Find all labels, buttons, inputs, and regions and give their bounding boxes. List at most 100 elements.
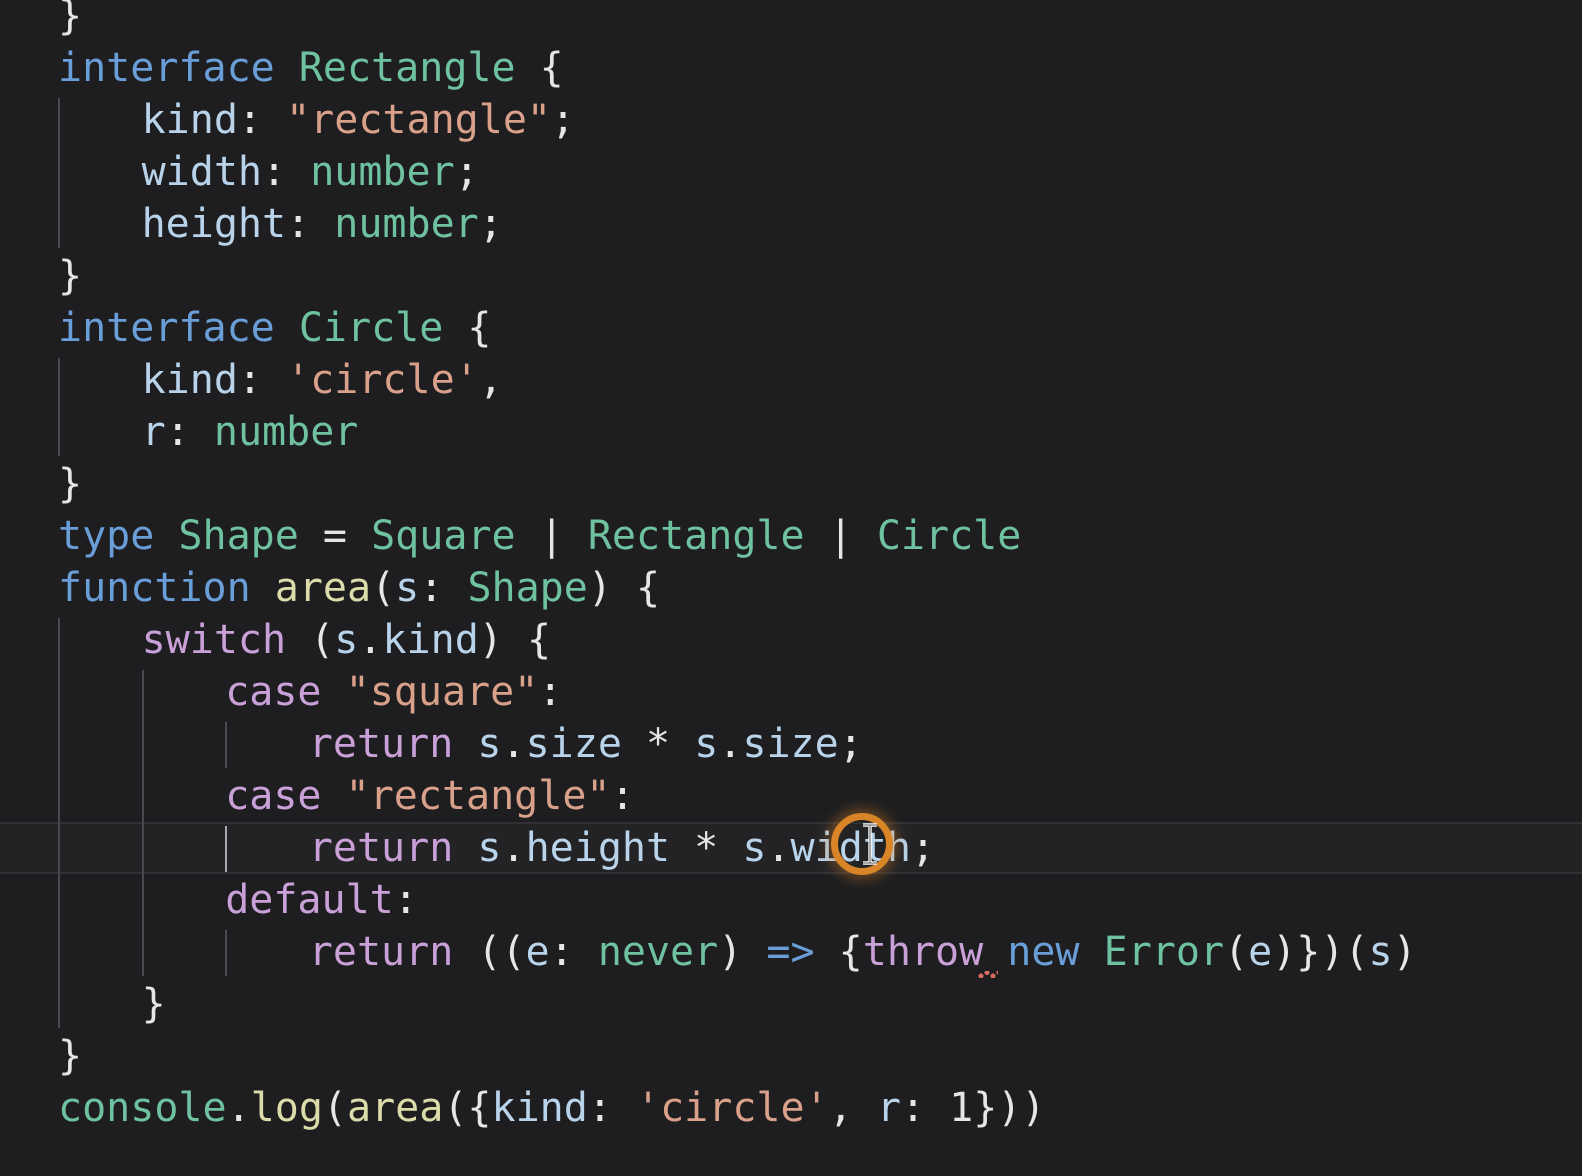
code-line[interactable]: default: xyxy=(0,874,1582,926)
code-token: Rectangle xyxy=(298,45,516,91)
code-token: number xyxy=(310,149,455,195)
code-token: : xyxy=(419,565,468,611)
code-token: s xyxy=(1368,929,1393,975)
code-line[interactable]: } xyxy=(0,978,1582,1030)
code-line[interactable]: r: number xyxy=(0,406,1582,458)
code-token: ( xyxy=(371,565,396,611)
code-token: (( xyxy=(453,929,526,975)
code-token: : xyxy=(610,773,635,819)
code-token: case xyxy=(225,669,322,715)
code-line[interactable]: interface Circle { xyxy=(0,302,1582,354)
code-token: ( xyxy=(286,617,335,663)
code-token: Rectangle xyxy=(587,513,805,559)
code-line[interactable]: } xyxy=(0,1030,1582,1082)
code-token: width xyxy=(141,149,263,195)
code-token: 1 xyxy=(949,1085,974,1131)
code-line[interactable]: type Shape = Square | Rectangle | Circle xyxy=(0,510,1582,562)
code-token: area xyxy=(274,565,372,611)
code-line[interactable]: } xyxy=(0,250,1582,302)
code-token: number xyxy=(213,409,359,455)
code-editor[interactable]: } interface Rectangle {kind: "rectangle";… xyxy=(0,0,1582,1176)
code-token: = xyxy=(298,513,372,559)
code-token: : xyxy=(549,929,598,975)
code-line[interactable]: function area(s: Shape) { xyxy=(0,562,1582,614)
code-token: height xyxy=(525,825,671,871)
code-token: } xyxy=(58,461,83,507)
code-line[interactable]: case "square": xyxy=(0,666,1582,718)
code-token: , xyxy=(478,357,503,403)
code-token: | xyxy=(804,513,877,559)
code-token: s xyxy=(395,565,420,611)
code-token: interface xyxy=(58,45,275,91)
code-token: ( xyxy=(322,1085,348,1131)
code-token: . xyxy=(718,721,743,767)
code-token: Square xyxy=(371,513,516,559)
code-token: * xyxy=(694,825,719,871)
code-token: . xyxy=(501,825,526,871)
code-token: r xyxy=(141,409,166,455)
code-token: never xyxy=(597,929,719,975)
code-token: e xyxy=(525,929,550,975)
code-token: return xyxy=(308,825,454,871)
code-token: switch xyxy=(141,617,287,663)
code-token: default xyxy=(225,877,394,923)
code-line[interactable]: return s.size * s.size; xyxy=(0,718,1582,770)
code-line[interactable]: width: number; xyxy=(0,146,1582,198)
code-token: s xyxy=(742,825,767,871)
code-token: ) { xyxy=(587,565,661,611)
code-line[interactable]: kind: 'circle', xyxy=(0,354,1582,406)
code-content[interactable]: } interface Rectangle {kind: "rectangle";… xyxy=(0,0,1582,1176)
code-token: ) xyxy=(718,929,767,975)
code-token: s xyxy=(477,721,502,767)
code-token: s xyxy=(477,825,502,871)
code-line[interactable]: return s.height * s.width; xyxy=(0,822,1582,874)
code-token: Circle xyxy=(876,513,1022,559)
code-token: s xyxy=(334,617,359,663)
code-line[interactable]: } xyxy=(0,458,1582,510)
code-token: kind xyxy=(141,357,238,403)
code-line[interactable]: return ((e: never) => {throw new Error(e… xyxy=(0,926,1582,978)
code-token: throw xyxy=(862,929,984,975)
code-token: size xyxy=(525,721,622,767)
code-token: . xyxy=(766,825,791,871)
code-line[interactable]: console.log(area({kind: 'circle', r: 1})… xyxy=(0,1082,1582,1134)
code-token: width xyxy=(790,825,911,871)
code-line[interactable]: height: number; xyxy=(0,198,1582,250)
code-token: ; xyxy=(838,721,863,767)
code-token: new xyxy=(1007,929,1080,975)
code-token: : xyxy=(262,149,311,195)
code-token: number xyxy=(334,201,479,247)
code-token: ; xyxy=(454,149,479,195)
code-line[interactable]: kind: "rectangle"; xyxy=(0,94,1582,146)
code-token: : xyxy=(237,357,287,403)
code-token: size xyxy=(742,721,839,767)
code-token: Shape xyxy=(178,513,299,559)
code-token: ) { xyxy=(478,617,552,663)
code-line[interactable]: case "rectangle": xyxy=(0,770,1582,822)
code-token: console xyxy=(58,1085,227,1131)
code-token: r xyxy=(876,1085,901,1131)
code-token: 'circle' xyxy=(636,1085,829,1131)
code-token: { xyxy=(515,45,564,91)
code-token: : xyxy=(393,877,418,923)
code-token: kind xyxy=(491,1085,588,1131)
code-token: })) xyxy=(973,1085,1046,1131)
code-token: : xyxy=(900,1085,950,1131)
code-line[interactable]: interface Rectangle { xyxy=(0,42,1582,94)
code-line[interactable]: switch (s.kind) { xyxy=(0,614,1582,666)
code-token: Circle xyxy=(298,305,444,351)
code-token: interface xyxy=(58,305,275,351)
code-token: . xyxy=(226,1085,251,1131)
code-line[interactable]: } xyxy=(0,0,1582,42)
code-token: : xyxy=(237,97,287,143)
code-token: kind xyxy=(141,97,238,143)
